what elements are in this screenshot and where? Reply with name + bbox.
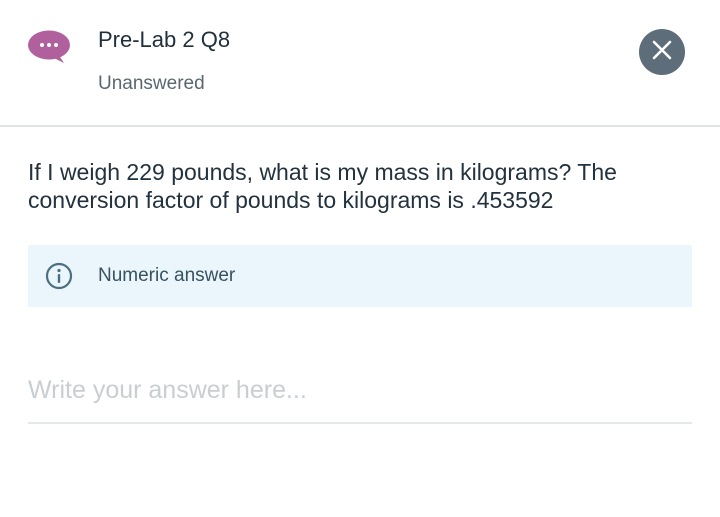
chat-bubble-icon <box>28 30 71 64</box>
question-text: If I weigh 229 pounds, what is my mass i… <box>28 159 617 213</box>
answer-field-container <box>28 372 692 424</box>
hint-label: Numeric answer <box>98 265 236 286</box>
page-title: Pre-Lab 2 Q8 <box>98 27 231 52</box>
question-header: Pre-Lab 2 Q8 Unanswered <box>0 0 720 127</box>
answer-input[interactable] <box>28 372 692 408</box>
status-text: Unanswered <box>98 73 205 94</box>
close-button[interactable] <box>639 29 685 75</box>
info-icon <box>45 262 73 290</box>
close-icon <box>652 40 672 65</box>
answer-type-hint: Numeric answer <box>28 245 692 307</box>
question-card: Pre-Lab 2 Q8 Unanswered If I weigh 229 p… <box>0 0 720 517</box>
